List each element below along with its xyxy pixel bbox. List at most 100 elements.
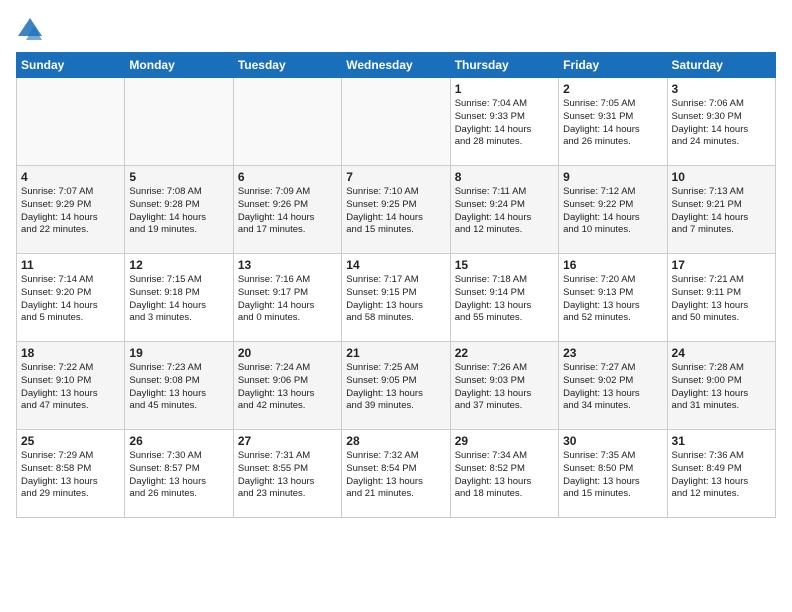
day-number: 21 [346,346,445,360]
day-number: 4 [21,170,120,184]
day-number: 1 [455,82,554,96]
cell-info: Sunrise: 7:14 AM Sunset: 9:20 PM Dayligh… [21,274,120,325]
calendar-cell: 23 Sunrise: 7:27 AM Sunset: 9:02 PM Dayli… [559,342,667,430]
day-of-week-header: Tuesday [233,53,341,78]
day-number: 25 [21,434,120,448]
calendar-cell [342,78,450,166]
header-row: SundayMondayTuesdayWednesdayThursdayFrid… [17,53,776,78]
calendar-cell: 4 Sunrise: 7:07 AM Sunset: 9:29 PM Daylig… [17,166,125,254]
cell-info: Sunrise: 7:30 AM Sunset: 8:57 PM Dayligh… [129,450,228,501]
day-of-week-header: Saturday [667,53,775,78]
cell-info: Sunrise: 7:05 AM Sunset: 9:31 PM Dayligh… [563,98,662,149]
logo [16,16,48,44]
calendar-cell: 24 Sunrise: 7:28 AM Sunset: 9:00 PM Dayli… [667,342,775,430]
cell-info: Sunrise: 7:09 AM Sunset: 9:26 PM Dayligh… [238,186,337,237]
calendar-cell [233,78,341,166]
calendar-cell: 3 Sunrise: 7:06 AM Sunset: 9:30 PM Daylig… [667,78,775,166]
calendar-week-row: 18Sunrise: 7:22 AM Sunset: 9:10 PM Dayli… [17,342,776,430]
cell-info: Sunrise: 7:20 AM Sunset: 9:13 PM Dayligh… [563,274,662,325]
day-number: 7 [346,170,445,184]
cell-info: Sunrise: 7:06 AM Sunset: 9:30 PM Dayligh… [672,98,771,149]
cell-info: Sunrise: 7:21 AM Sunset: 9:11 PM Dayligh… [672,274,771,325]
cell-info: Sunrise: 7:36 AM Sunset: 8:49 PM Dayligh… [672,450,771,501]
day-number: 28 [346,434,445,448]
day-number: 26 [129,434,228,448]
cell-info: Sunrise: 7:11 AM Sunset: 9:24 PM Dayligh… [455,186,554,237]
day-number: 22 [455,346,554,360]
day-of-week-header: Thursday [450,53,558,78]
day-number: 6 [238,170,337,184]
cell-info: Sunrise: 7:35 AM Sunset: 8:50 PM Dayligh… [563,450,662,501]
calendar-cell: 12 Sunrise: 7:15 AM Sunset: 9:18 PM Dayli… [125,254,233,342]
calendar-cell: 15 Sunrise: 7:18 AM Sunset: 9:14 PM Dayli… [450,254,558,342]
day-number: 17 [672,258,771,272]
calendar-cell: 26 Sunrise: 7:30 AM Sunset: 8:57 PM Dayli… [125,430,233,518]
day-number: 20 [238,346,337,360]
day-of-week-header: Friday [559,53,667,78]
day-number: 9 [563,170,662,184]
calendar-cell: 30 Sunrise: 7:35 AM Sunset: 8:50 PM Dayli… [559,430,667,518]
day-number: 8 [455,170,554,184]
calendar-header: SundayMondayTuesdayWednesdayThursdayFrid… [17,53,776,78]
day-of-week-header: Monday [125,53,233,78]
cell-info: Sunrise: 7:34 AM Sunset: 8:52 PM Dayligh… [455,450,554,501]
cell-info: Sunrise: 7:16 AM Sunset: 9:17 PM Dayligh… [238,274,337,325]
calendar-cell: 13 Sunrise: 7:16 AM Sunset: 9:17 PM Dayli… [233,254,341,342]
calendar-week-row: 1Sunrise: 7:04 AM Sunset: 9:33 PM Daylig… [17,78,776,166]
calendar-cell: 2 Sunrise: 7:05 AM Sunset: 9:31 PM Daylig… [559,78,667,166]
cell-info: Sunrise: 7:27 AM Sunset: 9:02 PM Dayligh… [563,362,662,413]
calendar-week-row: 4 Sunrise: 7:07 AM Sunset: 9:29 PM Daylig… [17,166,776,254]
calendar-cell: 9Sunrise: 7:12 AM Sunset: 9:22 PM Daylig… [559,166,667,254]
calendar-cell: 22 Sunrise: 7:26 AM Sunset: 9:03 PM Dayli… [450,342,558,430]
day-number: 10 [672,170,771,184]
calendar-cell: 21Sunrise: 7:25 AM Sunset: 9:05 PM Dayli… [342,342,450,430]
calendar-cell: 31 Sunrise: 7:36 AM Sunset: 8:49 PM Dayli… [667,430,775,518]
cell-info: Sunrise: 7:32 AM Sunset: 8:54 PM Dayligh… [346,450,445,501]
calendar-body: 1Sunrise: 7:04 AM Sunset: 9:33 PM Daylig… [17,78,776,518]
calendar-table: SundayMondayTuesdayWednesdayThursdayFrid… [16,52,776,518]
day-number: 19 [129,346,228,360]
day-number: 23 [563,346,662,360]
day-number: 27 [238,434,337,448]
day-number: 13 [238,258,337,272]
cell-info: Sunrise: 7:28 AM Sunset: 9:00 PM Dayligh… [672,362,771,413]
day-number: 12 [129,258,228,272]
cell-info: Sunrise: 7:18 AM Sunset: 9:14 PM Dayligh… [455,274,554,325]
page-header [16,16,776,44]
calendar-cell: 7 Sunrise: 7:10 AM Sunset: 9:25 PM Daylig… [342,166,450,254]
day-number: 11 [21,258,120,272]
day-of-week-header: Wednesday [342,53,450,78]
day-number: 31 [672,434,771,448]
cell-info: Sunrise: 7:17 AM Sunset: 9:15 PM Dayligh… [346,274,445,325]
calendar-cell: 19Sunrise: 7:23 AM Sunset: 9:08 PM Dayli… [125,342,233,430]
calendar-cell: 17 Sunrise: 7:21 AM Sunset: 9:11 PM Dayli… [667,254,775,342]
calendar-cell: 20 Sunrise: 7:24 AM Sunset: 9:06 PM Dayli… [233,342,341,430]
day-of-week-header: Sunday [17,53,125,78]
day-number: 24 [672,346,771,360]
calendar-cell: 14Sunrise: 7:17 AM Sunset: 9:15 PM Dayli… [342,254,450,342]
cell-info: Sunrise: 7:15 AM Sunset: 9:18 PM Dayligh… [129,274,228,325]
calendar-cell: 5Sunrise: 7:08 AM Sunset: 9:28 PM Daylig… [125,166,233,254]
day-number: 30 [563,434,662,448]
calendar-cell: 1Sunrise: 7:04 AM Sunset: 9:33 PM Daylig… [450,78,558,166]
calendar-week-row: 25Sunrise: 7:29 AM Sunset: 8:58 PM Dayli… [17,430,776,518]
calendar-cell [17,78,125,166]
cell-info: Sunrise: 7:13 AM Sunset: 9:21 PM Dayligh… [672,186,771,237]
calendar-cell: 8 Sunrise: 7:11 AM Sunset: 9:24 PM Daylig… [450,166,558,254]
calendar-cell: 16Sunrise: 7:20 AM Sunset: 9:13 PM Dayli… [559,254,667,342]
day-number: 18 [21,346,120,360]
cell-info: Sunrise: 7:31 AM Sunset: 8:55 PM Dayligh… [238,450,337,501]
calendar-cell: 11 Sunrise: 7:14 AM Sunset: 9:20 PM Dayli… [17,254,125,342]
day-number: 15 [455,258,554,272]
cell-info: Sunrise: 7:10 AM Sunset: 9:25 PM Dayligh… [346,186,445,237]
calendar-cell: 29Sunrise: 7:34 AM Sunset: 8:52 PM Dayli… [450,430,558,518]
cell-info: Sunrise: 7:26 AM Sunset: 9:03 PM Dayligh… [455,362,554,413]
calendar-cell: 28 Sunrise: 7:32 AM Sunset: 8:54 PM Dayli… [342,430,450,518]
calendar-cell: 6 Sunrise: 7:09 AM Sunset: 9:26 PM Daylig… [233,166,341,254]
day-number: 2 [563,82,662,96]
cell-info: Sunrise: 7:07 AM Sunset: 9:29 PM Dayligh… [21,186,120,237]
day-number: 5 [129,170,228,184]
cell-info: Sunrise: 7:24 AM Sunset: 9:06 PM Dayligh… [238,362,337,413]
logo-icon [16,16,44,44]
day-number: 3 [672,82,771,96]
